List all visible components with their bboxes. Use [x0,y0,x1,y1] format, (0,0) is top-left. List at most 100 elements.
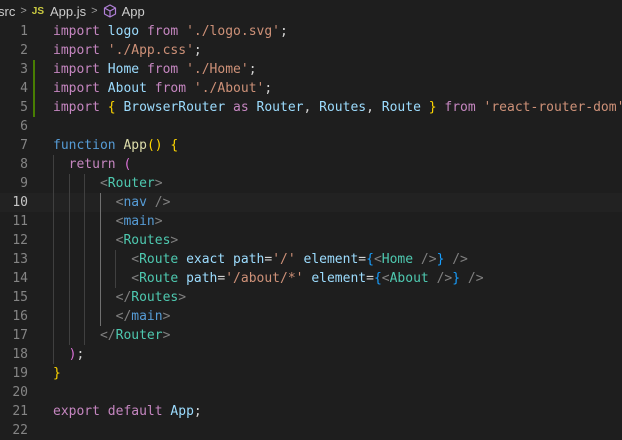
code-line[interactable]: 12 <Routes> [0,231,622,250]
code-line[interactable]: 21 export default App; [0,402,622,421]
code-token: < [373,252,382,267]
code-line[interactable]: 15 </Routes> [0,288,622,307]
code-line[interactable]: 20 [0,383,622,402]
code-line[interactable]: 5 import { BrowserRouter as Router, Route… [0,98,622,117]
code-token: </ [99,328,116,343]
line-number: 11 [12,214,28,229]
code-line[interactable]: 17 </Router> [0,326,622,345]
code-line[interactable]: 2 import './App.css'; [0,41,622,60]
code-text: import logo from './logo.svg'; [53,22,288,41]
line-number: 7 [20,138,28,153]
code-text: import './App.css'; [53,41,202,60]
code-token: element [303,252,359,267]
line-number: 3 [20,62,28,77]
code-text: function App() { [53,136,178,155]
code-line[interactable]: 9 <Router> [0,174,622,193]
code-line[interactable]: 3 import Home from './Home'; [0,60,622,79]
breadcrumb-symbol[interactable]: App [103,4,145,19]
line-number: 5 [20,100,28,115]
code-line[interactable]: 11 <main> [0,212,622,231]
code-token: App [170,404,194,419]
line-number: 12 [12,233,28,248]
code-text: } [53,364,61,383]
code-token: > [170,233,179,248]
code-line[interactable]: 6 [0,117,622,136]
code-token: '/' [272,252,296,267]
line-number: 2 [20,43,28,58]
code-token: main [123,214,155,229]
code-line[interactable]: 4 import About from './About'; [0,79,622,98]
code-token: </ [115,309,132,324]
code-line[interactable]: 19} [0,364,622,383]
code-token: } [452,271,461,286]
chevron-right-icon: > [91,5,98,17]
code-line[interactable]: 18 ); [0,345,622,364]
line-number: 14 [12,271,28,286]
code-token: import [53,100,100,115]
code-line[interactable]: 8 return ( [0,155,622,174]
code-token: < [381,271,390,286]
code-token: Router [115,328,163,343]
breadcrumb-file[interactable]: JS App.js [32,4,86,19]
code-token: /> [420,252,437,267]
code-token: ; [248,62,257,77]
code-token: Home [381,252,414,267]
code-token: { [373,271,382,286]
code-token: < [131,252,140,267]
code-line[interactable]: 13 <Route exact path='/' element={<Home … [0,250,622,269]
code-text: <nav /> [53,193,171,212]
code-token: ; [280,24,288,39]
code-text: <Route path='/about/*' element={<About /… [53,269,483,288]
code-line[interactable]: 22 [0,421,622,440]
code-line[interactable]: 14 <Route path='/about/*' element={<Abou… [0,269,622,288]
code-token: = [264,252,273,267]
code-token: App [123,138,147,153]
code-token: { [107,100,116,115]
code-text: </main> [53,307,171,326]
code-token: from [146,62,179,77]
code-token: '/about/*' [225,271,304,286]
line-number: 4 [20,81,28,96]
code-line[interactable]: 10 <nav /> [0,193,622,212]
code-token: main [131,309,163,324]
code-token: Router [256,100,304,115]
code-text: </Router> [53,326,170,345]
code-token: export [53,404,100,419]
code-token: from [154,81,187,96]
breadcrumb-folder[interactable]: src [0,4,15,19]
code-token: /> [452,252,468,267]
code-token: path [186,271,218,286]
code-token: Routes [123,233,171,248]
code-line[interactable]: 7 function App() { [0,136,622,155]
indent-guide [53,155,54,364]
code-token: < [131,271,140,286]
code-token: BrowserRouter [123,100,226,115]
code-token: , [366,100,374,115]
code-token: = [358,252,367,267]
code-token: } [53,366,61,381]
code-token: > [178,290,187,305]
code-token: nav [123,195,147,210]
code-token: function [53,138,116,153]
editor-text-area[interactable]: 1 import logo from './logo.svg'; 2 import '… [0,22,622,438]
code-line[interactable]: 1 import logo from './logo.svg'; [0,22,622,41]
code-line[interactable]: 16 </main> [0,307,622,326]
code-token: > [154,214,163,229]
git-modified-indicator [33,60,35,79]
